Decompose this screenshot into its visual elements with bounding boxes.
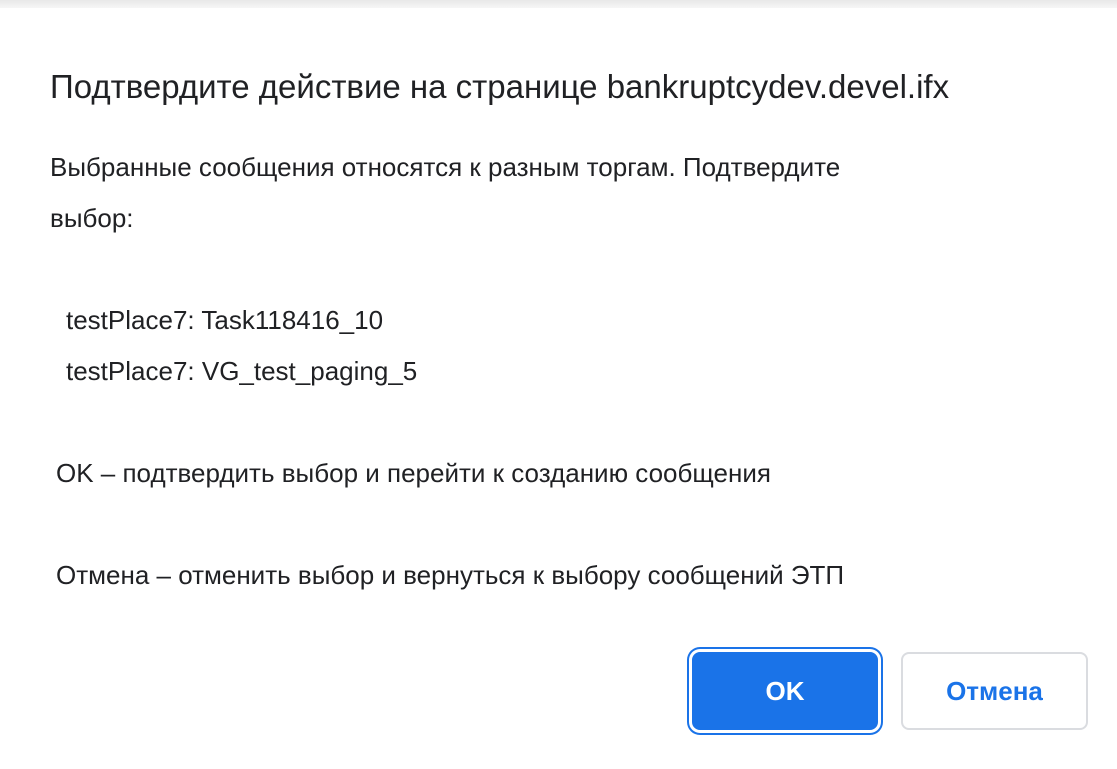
- cancel-hint-text: Отмена – отменить выбор и вернуться к вы…: [56, 560, 845, 590]
- dialog-message: Выбранные сообщения относятся к разным т…: [50, 142, 1070, 601]
- message-intro-line-2: выбор:: [50, 203, 134, 233]
- ok-hint-text: OK – подтвердить выбор и перейти к созда…: [56, 458, 771, 488]
- selected-message-item: testPlace7: Task118416_10: [66, 305, 384, 335]
- ok-button[interactable]: OK: [692, 652, 878, 730]
- cancel-button[interactable]: Отмена: [901, 652, 1088, 730]
- dialog-title: Подтвердите действие на странице bankrup…: [50, 68, 950, 105]
- browser-frame-edge: [0, 0, 1117, 8]
- confirm-dialog: Подтвердите действие на странице bankrup…: [0, 8, 1117, 769]
- selected-message-item: testPlace7: VG_test_paging_5: [66, 356, 418, 386]
- message-intro-line-1: Выбранные сообщения относятся к разным т…: [50, 152, 841, 182]
- dialog-buttons: OK Отмена: [692, 652, 1090, 736]
